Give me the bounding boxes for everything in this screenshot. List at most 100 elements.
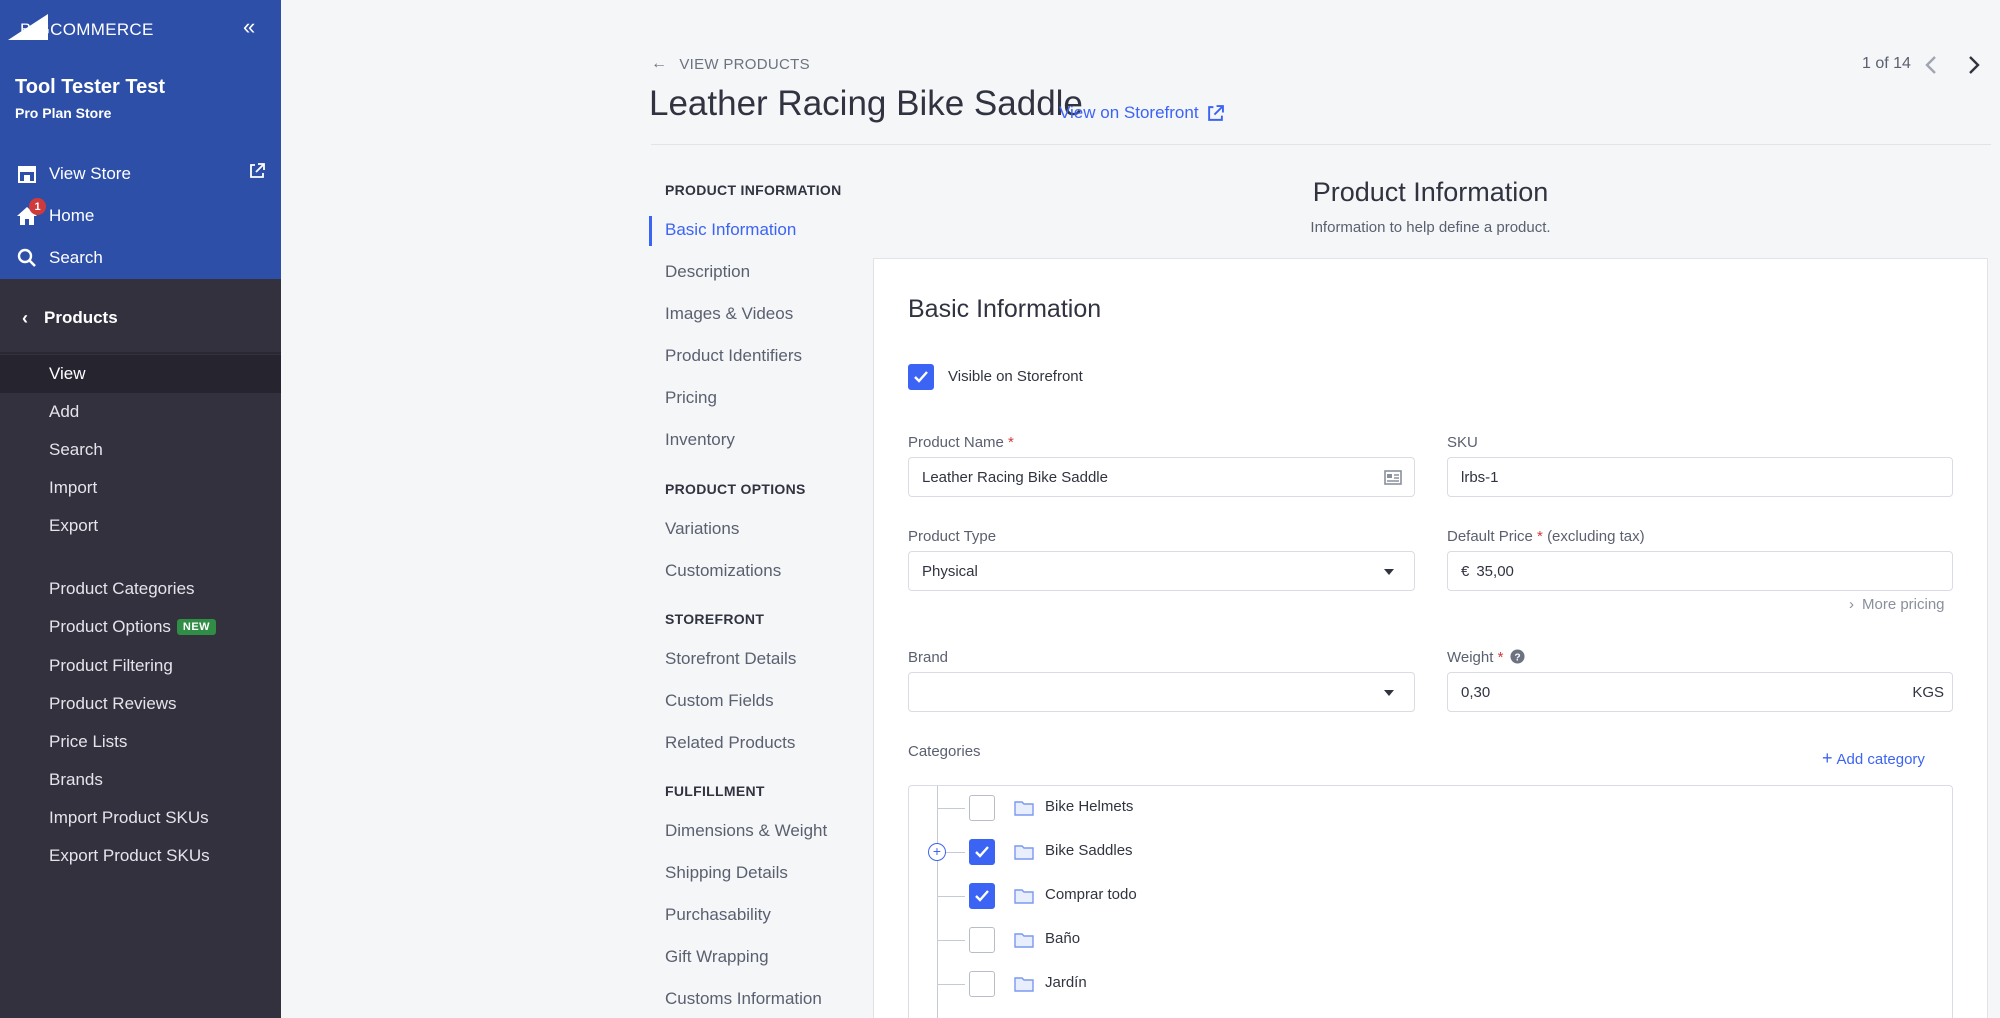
sidebar-item-label: Search — [49, 440, 103, 459]
external-link-icon — [1207, 104, 1224, 121]
sidebar-item-search[interactable]: Search — [0, 431, 281, 469]
default-price-input[interactable]: € 35,00 — [1447, 551, 1953, 591]
collapse-sidebar-icon[interactable]: « — [243, 14, 255, 40]
sidebar-item-import-product-skus[interactable]: Import Product SKUs — [0, 799, 281, 837]
price-value: 35,00 — [1476, 562, 1514, 580]
nav-description[interactable]: Description — [665, 262, 750, 282]
sidebar-item-label: Product Options — [49, 617, 171, 636]
folder-icon — [1014, 845, 1034, 860]
nav-customs-information[interactable]: Customs Information — [665, 989, 822, 1009]
product-name-label: Product Name * — [908, 434, 1014, 451]
nav-variations[interactable]: Variations — [665, 519, 739, 539]
category-row: + Bike Saddles — [909, 830, 1949, 874]
chevron-right-icon: › — [1849, 596, 1854, 613]
sidebar-item-import[interactable]: Import — [0, 469, 281, 507]
category-row: Jardín — [909, 962, 1949, 1006]
help-icon[interactable]: ? — [1510, 649, 1525, 664]
sidebar-item-add[interactable]: Add — [0, 393, 281, 431]
sidebar-item-product-categories[interactable]: Product Categories — [0, 570, 281, 608]
brand-select[interactable] — [908, 672, 1415, 712]
home-link[interactable]: 1 Home — [15, 198, 265, 231]
nav-inventory[interactable]: Inventory — [665, 430, 735, 450]
nav-storefront-details[interactable]: Storefront Details — [665, 649, 796, 669]
sidebar-item-export[interactable]: Export — [0, 507, 281, 545]
sidebar-item-brands[interactable]: Brands — [0, 761, 281, 799]
sidebar-item-label: Export Product SKUs — [49, 846, 210, 865]
nav-basic-information[interactable]: Basic Information — [665, 220, 796, 240]
more-pricing-link[interactable]: › More pricing — [1849, 596, 1945, 613]
check-icon — [975, 890, 989, 902]
nav-purchasability[interactable]: Purchasability — [665, 905, 771, 925]
product-type-value: Physical — [922, 562, 978, 580]
add-category-label: Add category — [1836, 751, 1925, 768]
previous-product-button[interactable] — [1919, 52, 1943, 78]
category-checkbox[interactable] — [969, 839, 995, 865]
category-checkbox[interactable] — [969, 971, 995, 997]
folder-icon — [1014, 889, 1034, 904]
nav-product-identifiers[interactable]: Product Identifiers — [665, 346, 802, 366]
nav-dimensions-weight[interactable]: Dimensions & Weight — [665, 821, 827, 841]
check-icon — [914, 371, 928, 383]
nav-related-products[interactable]: Related Products — [665, 733, 795, 753]
category-checkbox[interactable] — [969, 883, 995, 909]
product-type-label: Product Type — [908, 528, 997, 545]
plus-icon: + — [1822, 748, 1833, 768]
nav-images-videos[interactable]: Images & Videos — [665, 304, 793, 324]
pager-count: 1 of 14 — [1862, 55, 1911, 72]
weight-label-text: Weight — [1447, 649, 1494, 666]
product-type-select[interactable]: Physical — [908, 551, 1415, 591]
view-on-storefront-link[interactable]: View on Storefront — [1059, 103, 1224, 123]
nav-shipping-details[interactable]: Shipping Details — [665, 863, 788, 883]
sku-input[interactable]: lrbs-1 — [1447, 457, 1953, 497]
visible-on-storefront-label: Visible on Storefront — [948, 368, 1083, 385]
sidebar-item-view[interactable]: View — [0, 355, 281, 393]
search-link[interactable]: Search — [15, 243, 265, 273]
category-name: Jardín — [1045, 974, 1087, 991]
sidebar-item-product-reviews[interactable]: Product Reviews — [0, 685, 281, 723]
weight-input[interactable]: 0,30 KGS — [1447, 672, 1953, 712]
section-subtitle: Information to help define a product. — [1310, 219, 1551, 236]
chevron-left-icon: ‹ — [22, 307, 28, 328]
category-row: Comprar todo — [909, 874, 1949, 918]
category-row: Baño — [909, 918, 1949, 962]
categories-label: Categories — [908, 743, 981, 760]
category-name: Baño — [1045, 930, 1081, 947]
active-nav-indicator — [649, 216, 652, 246]
nav-customizations[interactable]: Customizations — [665, 561, 781, 581]
products-section-back[interactable]: ‹ Products — [0, 294, 281, 342]
nav-custom-fields[interactable]: Custom Fields — [665, 691, 774, 711]
search-label: Search — [49, 248, 103, 267]
nav-gift-wrapping[interactable]: Gift Wrapping — [665, 947, 769, 967]
view-store-label: View Store — [49, 164, 131, 183]
sku-value: lrbs-1 — [1461, 468, 1499, 486]
tree-branch — [937, 940, 965, 941]
home-label: Home — [49, 206, 95, 225]
category-checkbox[interactable] — [969, 927, 995, 953]
chevron-right-icon — [1969, 56, 1980, 74]
visible-on-storefront-checkbox[interactable] — [908, 364, 934, 390]
section-title: Product Information — [1312, 177, 1549, 207]
sidebar-item-label: Import — [49, 478, 98, 497]
sidebar-item-price-lists[interactable]: Price Lists — [0, 723, 281, 761]
next-product-button[interactable] — [1962, 52, 1986, 78]
sidebar-item-product-filtering[interactable]: Product Filtering — [0, 647, 281, 685]
nav-pricing[interactable]: Pricing — [665, 388, 717, 408]
sidebar-item-product-options[interactable]: Product Options NEW — [0, 608, 281, 646]
back-to-products-link[interactable]: ← VIEW PRODUCTS — [651, 55, 810, 73]
category-checkbox[interactable] — [969, 795, 995, 821]
sidebar-item-export-product-skus[interactable]: Export Product SKUs — [0, 837, 281, 875]
category-name: Comprar todo — [1045, 886, 1137, 903]
sidebar: BIGCOMMERCE « Tool Tester Test Pro Plan … — [0, 0, 281, 1018]
expand-icon[interactable]: + — [928, 843, 946, 861]
folder-icon — [1014, 977, 1034, 992]
search-icon — [15, 246, 39, 270]
nav-heading-storefront: STOREFRONT — [665, 611, 765, 627]
add-category-button[interactable]: + Add category — [1822, 748, 1925, 769]
nav-heading-product-options: PRODUCT OPTIONS — [665, 481, 806, 497]
currency-symbol: € — [1461, 562, 1470, 580]
view-store-link[interactable]: View Store — [15, 159, 265, 189]
product-name-input[interactable]: Leather Racing Bike Saddle — [908, 457, 1415, 497]
storefront-icon — [15, 162, 39, 186]
default-price-label: Default Price * (excluding tax) — [1447, 528, 1645, 545]
weight-value: 0,30 — [1461, 683, 1491, 701]
